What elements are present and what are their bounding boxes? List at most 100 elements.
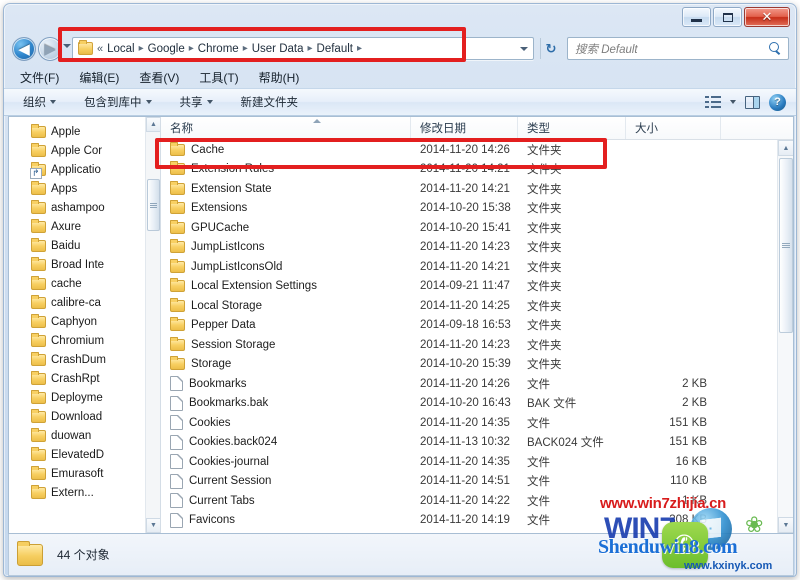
history-dropdown-icon[interactable] bbox=[63, 44, 71, 48]
nav-item-elevatedd[interactable]: ElevatedD bbox=[9, 445, 160, 464]
close-button[interactable]: ✕ bbox=[744, 7, 790, 27]
breadcrumb-chevron-icon[interactable]: ▸ bbox=[189, 43, 194, 54]
new-folder-button[interactable]: 新建文件夹 bbox=[236, 92, 304, 112]
scroll-down-icon[interactable]: ▼ bbox=[146, 518, 160, 533]
menu-item-file[interactable]: 文件(F) bbox=[16, 68, 63, 87]
column-header-name[interactable]: 名称 bbox=[161, 117, 411, 139]
preview-pane-icon[interactable] bbox=[745, 95, 760, 109]
nav-item-cache[interactable]: cache bbox=[9, 274, 160, 293]
nav-item-ashampoo[interactable]: ashampoo bbox=[9, 198, 160, 217]
nav-item-download[interactable]: Download bbox=[9, 407, 160, 426]
table-row[interactable]: Extension Rules 2014-11-20 14:21 文件夹 bbox=[161, 160, 777, 180]
scroll-down-icon[interactable]: ▼ bbox=[778, 517, 793, 533]
file-name-label: Cookies bbox=[189, 416, 231, 429]
breadcrumb-chevron-icon[interactable]: ▸ bbox=[357, 43, 362, 54]
back-button[interactable]: ◀ bbox=[12, 37, 36, 61]
breadcrumb-overflow-icon[interactable]: « bbox=[97, 43, 103, 55]
nav-scrollbar-thumb[interactable] bbox=[147, 179, 160, 231]
table-row[interactable]: Current Tabs 2014-11-20 14:22 文件 1 KB bbox=[161, 491, 777, 511]
table-row[interactable]: Storage 2014-10-20 15:39 文件夹 bbox=[161, 355, 777, 375]
file-list-scrollbar-thumb[interactable] bbox=[779, 158, 793, 333]
column-header-type[interactable]: 类型 bbox=[518, 117, 626, 139]
nav-item-apple-cor[interactable]: Apple Cor bbox=[9, 141, 160, 160]
file-date-cell: 2014-11-20 14:19 bbox=[420, 514, 510, 527]
nav-item-axure[interactable]: Axure bbox=[9, 217, 160, 236]
breadcrumb-item-chrome[interactable]: Chrome bbox=[197, 43, 240, 55]
search-input[interactable]: 搜索 Default bbox=[567, 37, 789, 60]
close-icon: ✕ bbox=[761, 9, 773, 24]
table-row[interactable]: Cache 2014-11-20 14:26 文件夹 bbox=[161, 140, 777, 160]
column-header-date[interactable]: 修改日期 bbox=[411, 117, 518, 139]
views-chevron-down-icon[interactable] bbox=[730, 100, 736, 104]
organize-button[interactable]: 组织 bbox=[18, 92, 61, 112]
minimize-button[interactable] bbox=[682, 7, 711, 27]
table-row[interactable]: Cookies-journal 2014-11-20 14:35 文件 16 K… bbox=[161, 452, 777, 472]
table-row[interactable]: Bookmarks 2014-11-20 14:26 文件 2 KB bbox=[161, 374, 777, 394]
views-icon[interactable] bbox=[705, 95, 721, 109]
folder-icon bbox=[31, 446, 46, 461]
column-header-size[interactable]: 大小 bbox=[626, 117, 721, 139]
menu-item-tools[interactable]: 工具(T) bbox=[195, 68, 242, 87]
maximize-button[interactable] bbox=[713, 7, 742, 27]
nav-item-crashdum[interactable]: CrashDum bbox=[9, 350, 160, 369]
nav-item-broad-inte[interactable]: Broad Inte bbox=[9, 255, 160, 274]
table-row[interactable]: Session Storage 2014-11-20 14:23 文件夹 bbox=[161, 335, 777, 355]
menu-item-help[interactable]: 帮助(H) bbox=[255, 68, 304, 87]
include-in-library-button[interactable]: 包含到库中 bbox=[79, 92, 157, 112]
table-row[interactable]: Favicons 2014-11-20 14:19 文件 308 KB bbox=[161, 511, 777, 531]
table-row[interactable]: Pepper Data 2014-09-18 16:53 文件夹 bbox=[161, 316, 777, 336]
file-date-cell: 2014-11-20 14:26 bbox=[420, 377, 510, 390]
nav-item-apple[interactable]: Apple bbox=[9, 122, 160, 141]
menu-item-edit[interactable]: 编辑(E) bbox=[75, 68, 123, 87]
menu-item-view[interactable]: 查看(V) bbox=[135, 68, 183, 87]
file-name-label: Cache bbox=[191, 143, 225, 156]
nav-item-emurasoft[interactable]: Emurasoft bbox=[9, 464, 160, 483]
address-bar[interactable]: « Local ▸ Google ▸ Chrome ▸ User Data ▸ … bbox=[72, 37, 534, 60]
table-row[interactable]: JumpListIcons 2014-11-20 14:23 文件夹 bbox=[161, 238, 777, 258]
table-row[interactable]: Extension State 2014-11-20 14:21 文件夹 bbox=[161, 179, 777, 199]
table-row[interactable]: GPUCache 2014-10-20 15:41 文件夹 bbox=[161, 218, 777, 238]
table-row[interactable]: Current Session 2014-11-20 14:51 文件 110 … bbox=[161, 472, 777, 492]
forward-button[interactable]: ▶ bbox=[38, 37, 62, 61]
folder-icon bbox=[31, 199, 46, 214]
nav-item-duowan[interactable]: duowan bbox=[9, 426, 160, 445]
breadcrumb-item-user-data[interactable]: User Data bbox=[251, 43, 305, 55]
nav-item-apps[interactable]: Apps bbox=[9, 179, 160, 198]
address-dropdown-icon[interactable] bbox=[520, 46, 528, 51]
nav-item-chromium[interactable]: Chromium bbox=[9, 331, 160, 350]
breadcrumb-chevron-icon[interactable]: ▸ bbox=[308, 43, 313, 54]
help-icon[interactable]: ? bbox=[769, 93, 786, 111]
refresh-button[interactable]: ↻ bbox=[540, 38, 561, 59]
breadcrumb-item-google[interactable]: Google bbox=[147, 43, 186, 55]
folder-icon bbox=[170, 317, 185, 332]
scroll-up-icon[interactable]: ▲ bbox=[778, 140, 793, 156]
status-item-count: 44 个对象 bbox=[57, 548, 110, 562]
nav-item-baidu[interactable]: Baidu bbox=[9, 236, 160, 255]
nav-item-external[interactable]: Extern... bbox=[9, 483, 160, 502]
chevron-down-icon bbox=[50, 100, 56, 104]
nav-item-calibre-ca[interactable]: calibre-ca bbox=[9, 293, 160, 312]
breadcrumb-chevron-icon[interactable]: ▸ bbox=[243, 43, 248, 54]
table-row[interactable]: Local Extension Settings 2014-09-21 11:4… bbox=[161, 277, 777, 297]
nav-item-label: Extern... bbox=[51, 486, 94, 499]
scroll-up-icon[interactable]: ▲ bbox=[146, 117, 160, 132]
folder-icon bbox=[31, 351, 46, 366]
breadcrumb-item-local[interactable]: Local bbox=[106, 43, 136, 55]
nav-item-crashrpt[interactable]: CrashRpt bbox=[9, 369, 160, 388]
nav-item-application[interactable]: Applicatio bbox=[9, 160, 160, 179]
scrollbar-grip-icon bbox=[782, 242, 790, 249]
breadcrumb-chevron-icon[interactable]: ▸ bbox=[139, 43, 144, 54]
nav-item-deployme[interactable]: Deployme bbox=[9, 388, 160, 407]
breadcrumb-item-default[interactable]: Default bbox=[316, 43, 354, 55]
nav-item-caphyon[interactable]: Caphyon bbox=[9, 312, 160, 331]
file-list-scrollbar[interactable]: ▲ ▼ bbox=[777, 140, 793, 533]
table-row[interactable]: Cookies.back024 2014-11-13 10:32 BACK024… bbox=[161, 433, 777, 453]
table-row[interactable]: Bookmarks.bak 2014-10-20 16:43 BAK 文件 2 … bbox=[161, 394, 777, 414]
table-row[interactable]: Extensions 2014-10-20 15:38 文件夹 bbox=[161, 199, 777, 219]
table-row[interactable]: Cookies 2014-11-20 14:35 文件 151 KB bbox=[161, 413, 777, 433]
folder-icon bbox=[31, 180, 46, 195]
table-row[interactable]: JumpListIconsOld 2014-11-20 14:21 文件夹 bbox=[161, 257, 777, 277]
table-row[interactable]: Local Storage 2014-11-20 14:25 文件夹 bbox=[161, 296, 777, 316]
share-button[interactable]: 共享 bbox=[175, 92, 218, 112]
nav-pane-scrollbar[interactable]: ▲ ▼ bbox=[145, 117, 160, 533]
